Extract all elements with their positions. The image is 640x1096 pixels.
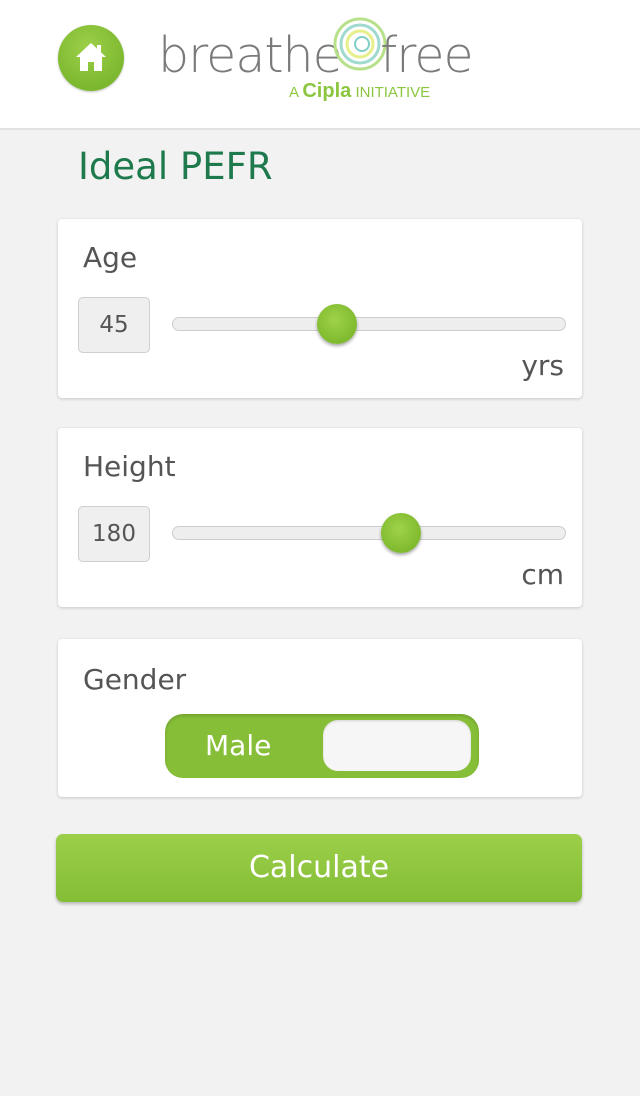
height-unit: cm	[521, 558, 564, 591]
logo-tagline: A Cipla INITIATIVE	[289, 80, 430, 103]
gender-toggle-knob[interactable]	[323, 720, 471, 771]
age-slider-track[interactable]	[172, 304, 566, 344]
age-unit: yrs	[521, 349, 564, 382]
calculate-button[interactable]: Calculate	[56, 834, 582, 902]
age-value-field[interactable]: 45	[78, 297, 150, 353]
age-slider-thumb[interactable]	[317, 304, 358, 344]
home-button[interactable]	[58, 25, 124, 91]
gender-card: Gender Male	[58, 639, 582, 797]
tag-brand: Cipla	[302, 80, 352, 102]
age-card: Age 45 yrs	[58, 219, 582, 398]
height-value-field[interactable]: 180	[78, 506, 150, 562]
home-icon	[76, 43, 106, 71]
gender-toggle[interactable]: Male	[165, 714, 479, 778]
gender-label: Gender	[83, 663, 187, 696]
logo-word-breathe: breathe	[158, 27, 343, 84]
page-title: Ideal PEFR	[78, 145, 273, 188]
breathefree-logo: breathe free A Cipla INITIATIVE	[158, 14, 488, 104]
height-label: Height	[83, 450, 176, 483]
tag-prefix: A	[289, 84, 299, 101]
tag-suffix: INITIATIVE	[355, 84, 431, 101]
app-header: breathe free A Cipla INITIATIVE	[0, 0, 640, 130]
gender-selected-label: Male	[205, 729, 272, 762]
height-slider-track[interactable]	[172, 513, 566, 553]
height-card: Height 180 cm	[58, 428, 582, 607]
logo-word-free: free	[380, 27, 474, 84]
age-label: Age	[83, 241, 138, 274]
height-slider-thumb[interactable]	[380, 513, 421, 553]
